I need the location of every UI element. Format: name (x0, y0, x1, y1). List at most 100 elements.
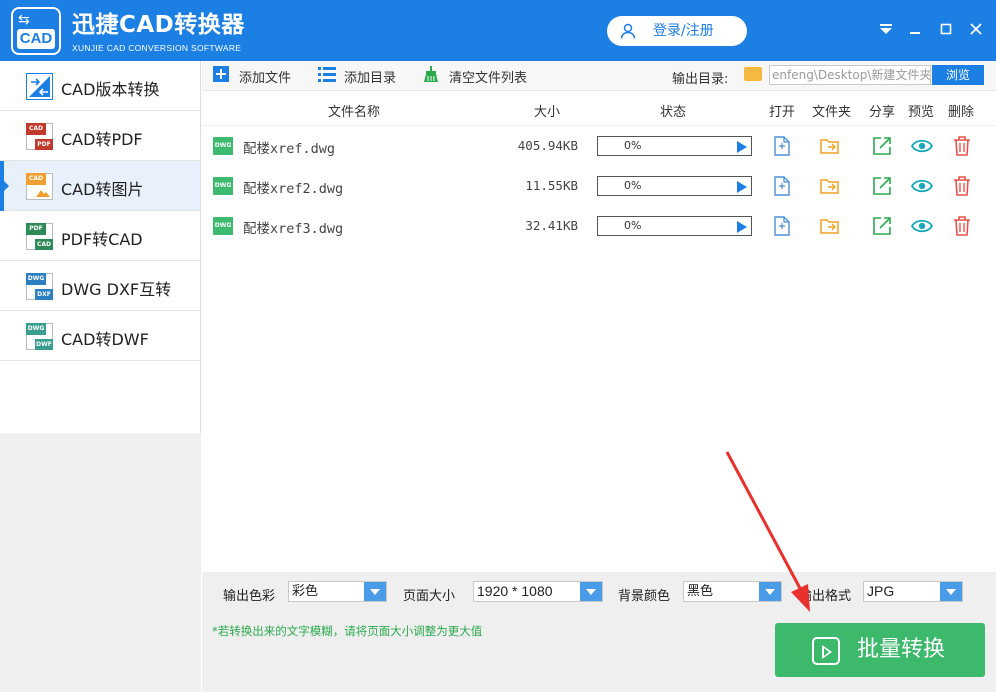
sidebar-item-label: CAD版本转换 (61, 80, 160, 99)
output-options-bar: 输出色彩 彩色 页面大小 1920 * 1080 背景颜色 黑色 输出格式 JP… (202, 572, 996, 612)
app-subtitle: XUNJIE CAD CONVERSION SOFTWARE (72, 43, 242, 53)
pdf-to-cad-icon: PDF CAD (26, 223, 53, 250)
progress-bar: 0% (597, 136, 752, 156)
icon-badge-top: PDF (26, 223, 46, 235)
browse-button[interactable]: 浏览 (932, 65, 984, 85)
progress-percent: 0% (624, 179, 642, 192)
format-select[interactable]: JPG (863, 581, 963, 602)
progress-percent: 0% (624, 219, 642, 232)
icon-badge-top: DWG (26, 273, 46, 285)
open-file-icon[interactable] (771, 175, 793, 197)
delete-trash-icon[interactable] (951, 175, 973, 197)
table-row[interactable]: DWG 配楼xref.dwg 405.94KB 0% (202, 126, 996, 166)
file-name: 配楼xref3.dwg (243, 221, 344, 237)
login-label: 登录/注册 (653, 23, 714, 39)
file-name: 配楼xref2.dwg (243, 181, 344, 197)
icon-badge-bottom: PDF (35, 139, 53, 150)
file-size: 405.94KB (517, 138, 578, 153)
chevron-down-icon[interactable] (759, 582, 781, 601)
chevron-down-icon[interactable] (580, 582, 602, 601)
sidebar-item-label: CAD转图片 (61, 180, 144, 199)
icon-badge-bottom: CAD (35, 239, 53, 250)
file-table-header: 文件名称 大小 状态 打开 文件夹 分享 预览 删除 (202, 92, 996, 126)
color-select[interactable]: 彩色 (288, 581, 387, 602)
page-size-value: 1920 * 1080 (477, 583, 553, 599)
sidebar-item-cad-version[interactable]: CAD版本转换 (0, 61, 200, 111)
play-icon[interactable] (737, 221, 747, 233)
progress-percent: 0% (624, 139, 642, 152)
play-icon (812, 637, 840, 665)
app-logo: ⇆ CAD (11, 7, 61, 55)
file-size: 11.55KB (525, 178, 578, 193)
bg-color-label: 背景颜色 (618, 589, 671, 604)
file-size: 32.41KB (525, 218, 578, 233)
sidebar-item-cad-to-image[interactable]: CAD CAD转图片 (0, 161, 200, 211)
header-preview: 预览 (908, 105, 935, 120)
batch-convert-label: 批量转换 (857, 637, 946, 662)
cad-to-pdf-icon: CAD PDF (26, 123, 53, 150)
maximize-icon[interactable] (936, 20, 956, 40)
share-icon[interactable] (871, 175, 893, 197)
header-delete: 删除 (948, 105, 975, 120)
header-size: 大小 (534, 105, 561, 120)
chevron-down-icon[interactable] (940, 582, 962, 601)
minimize-icon[interactable] (905, 20, 925, 40)
clear-list-button[interactable]: 清空文件列表 (422, 66, 527, 86)
sidebar-item-label: CAD转DWF (61, 330, 149, 349)
open-folder-icon[interactable] (819, 135, 841, 157)
batch-convert-button[interactable]: 批量转换 (775, 623, 985, 677)
file-toolbar: 添加文件 添加目录 清空文件列表 输出目录: enfeng\Desktop\新建… (202, 61, 996, 91)
dwg-file-icon: DWG (213, 217, 233, 235)
icon-badge-top: DWG (26, 323, 46, 335)
sidebar-item-pdf-to-cad[interactable]: PDF CAD PDF转CAD (0, 211, 200, 261)
header-share: 分享 (869, 105, 896, 120)
bg-color-select[interactable]: 黑色 (683, 581, 782, 602)
sidebar-item-label: PDF转CAD (61, 230, 143, 249)
sidebar-item-label: DWG DXF互转 (61, 280, 172, 299)
user-icon (620, 23, 636, 39)
add-file-button[interactable]: 添加文件 (212, 66, 291, 86)
title-bar: ⇆ CAD 迅捷CAD转换器 XUNJIE CAD CONVERSION SOF… (0, 0, 996, 61)
preview-eye-icon[interactable] (911, 135, 933, 157)
bg-color-value: 黑色 (687, 584, 714, 599)
menu-icon[interactable] (876, 20, 896, 40)
chevron-down-icon[interactable] (364, 582, 386, 601)
open-file-icon[interactable] (771, 215, 793, 237)
color-value: 彩色 (292, 584, 319, 599)
output-dir-label: 输出目录: (672, 72, 729, 87)
cad-version-icon (26, 73, 53, 100)
table-row[interactable]: DWG 配楼xref3.dwg 32.41KB 0% (202, 206, 996, 246)
icon-badge-bottom: DWF (35, 339, 53, 350)
dwg-dxf-icon: DWG DXF (26, 273, 53, 300)
close-icon[interactable] (966, 20, 986, 40)
login-register-button[interactable]: 登录/注册 (607, 16, 747, 46)
delete-trash-icon[interactable] (951, 215, 973, 237)
add-folder-button[interactable]: 添加目录 (317, 67, 396, 86)
share-icon[interactable] (871, 215, 893, 237)
open-folder-icon[interactable] (819, 215, 841, 237)
output-path-field[interactable]: enfeng\Desktop\新建文件夹 (769, 65, 931, 85)
logo-text: CAD (17, 29, 55, 49)
sidebar-item-cad-to-dwf[interactable]: DWG DWF CAD转DWF (0, 311, 200, 361)
sidebar: CAD版本转换 CAD PDF CAD转PDF CAD CAD转图片 PDF C… (0, 61, 201, 692)
page-size-select[interactable]: 1920 * 1080 (473, 581, 603, 602)
progress-bar: 0% (597, 176, 752, 196)
sidebar-item-cad-to-pdf[interactable]: CAD PDF CAD转PDF (0, 111, 200, 161)
icon-badge-bottom: DXF (35, 289, 53, 300)
sidebar-empty-area (0, 433, 201, 692)
open-file-icon[interactable] (771, 135, 793, 157)
color-label: 输出色彩 (223, 589, 276, 604)
folder-icon (744, 67, 762, 81)
share-icon[interactable] (871, 135, 893, 157)
format-label: 输出格式 (799, 589, 852, 604)
sidebar-item-dwg-dxf[interactable]: DWG DXF DWG DXF互转 (0, 261, 200, 311)
header-name: 文件名称 (328, 105, 381, 120)
header-folder: 文件夹 (812, 105, 852, 120)
table-row[interactable]: DWG 配楼xref2.dwg 11.55KB 0% (202, 166, 996, 206)
preview-eye-icon[interactable] (911, 175, 933, 197)
open-folder-icon[interactable] (819, 175, 841, 197)
play-icon[interactable] (737, 141, 747, 153)
preview-eye-icon[interactable] (911, 215, 933, 237)
delete-trash-icon[interactable] (951, 135, 973, 157)
play-icon[interactable] (737, 181, 747, 193)
